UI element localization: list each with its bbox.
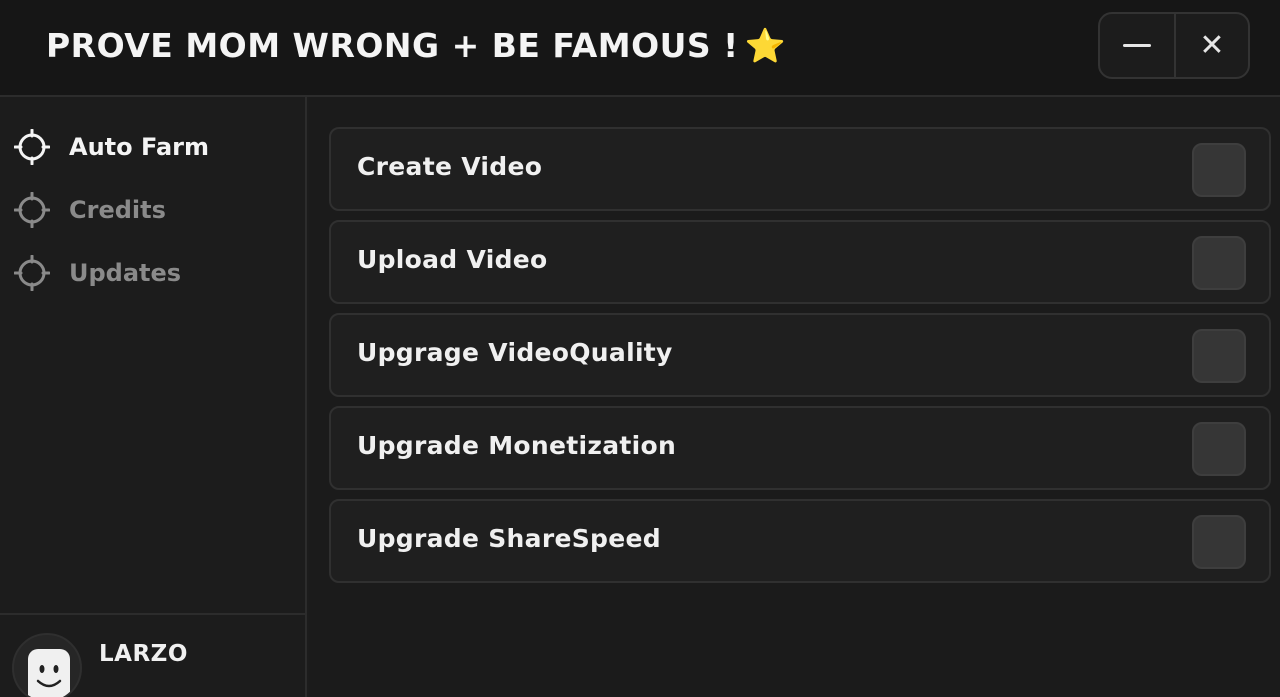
toggle-row-upgrade-share-speed[interactable]: Upgrade ShareSpeed — [329, 499, 1271, 583]
star-icon: ⭐ — [744, 26, 787, 65]
sidebar-item-credits[interactable]: Credits — [14, 190, 166, 230]
window-controls: ✕ — [1098, 12, 1250, 79]
crosshair-icon — [14, 192, 50, 228]
username: LARZO — [99, 641, 188, 667]
sidebar-item-label: Auto Farm — [69, 133, 210, 161]
minimize-button[interactable] — [1100, 14, 1174, 77]
sidebar-item-auto-farm[interactable]: Auto Farm — [14, 127, 209, 167]
minimize-icon — [1123, 44, 1151, 47]
upgrade-share-speed-checkbox[interactable] — [1192, 515, 1246, 569]
main-content: Create Video Upload Video Upgrage VideoQ… — [309, 97, 1280, 697]
app-window: PROVE MOM WRONG + BE FAMOUS ! ⭐ ✕ Auto Fa… — [0, 0, 1280, 697]
title-bar[interactable]: PROVE MOM WRONG + BE FAMOUS ! ⭐ ✕ — [0, 0, 1280, 97]
toggle-label: Upgrage VideoQuality — [357, 338, 673, 367]
toggle-row-create-video[interactable]: Create Video — [329, 127, 1271, 211]
close-icon: ✕ — [1199, 28, 1225, 63]
upgrade-monetization-checkbox[interactable] — [1192, 422, 1246, 476]
toggle-label: Upgrade Monetization — [357, 431, 677, 460]
sidebar: Auto Farm Credits Updates LARZO — [0, 97, 307, 697]
sidebar-item-updates[interactable]: Updates — [14, 253, 181, 293]
crosshair-icon — [14, 129, 50, 165]
upload-video-checkbox[interactable] — [1192, 236, 1246, 290]
crosshair-icon — [14, 255, 50, 291]
toggle-row-upgrade-video-quality[interactable]: Upgrage VideoQuality — [329, 313, 1271, 397]
create-video-checkbox[interactable] — [1192, 143, 1246, 197]
toggle-row-upload-video[interactable]: Upload Video — [329, 220, 1271, 304]
toggle-label: Create Video — [357, 152, 543, 181]
sidebar-item-label: Credits — [69, 196, 166, 224]
avatar — [12, 633, 82, 697]
upgrade-video-quality-checkbox[interactable] — [1192, 329, 1246, 383]
close-button[interactable]: ✕ — [1174, 14, 1248, 77]
user-profile: LARZO — [0, 613, 305, 697]
window-title: PROVE MOM WRONG + BE FAMOUS ! ⭐ — [46, 26, 786, 66]
avatar-face-icon — [28, 649, 70, 697]
toggle-label: Upload Video — [357, 245, 548, 274]
sidebar-item-label: Updates — [69, 259, 182, 287]
toggle-label: Upgrade ShareSpeed — [357, 524, 661, 553]
toggle-row-upgrade-monetization[interactable]: Upgrade Monetization — [329, 406, 1271, 490]
window-title-text: PROVE MOM WRONG + BE FAMOUS ! — [46, 26, 739, 65]
